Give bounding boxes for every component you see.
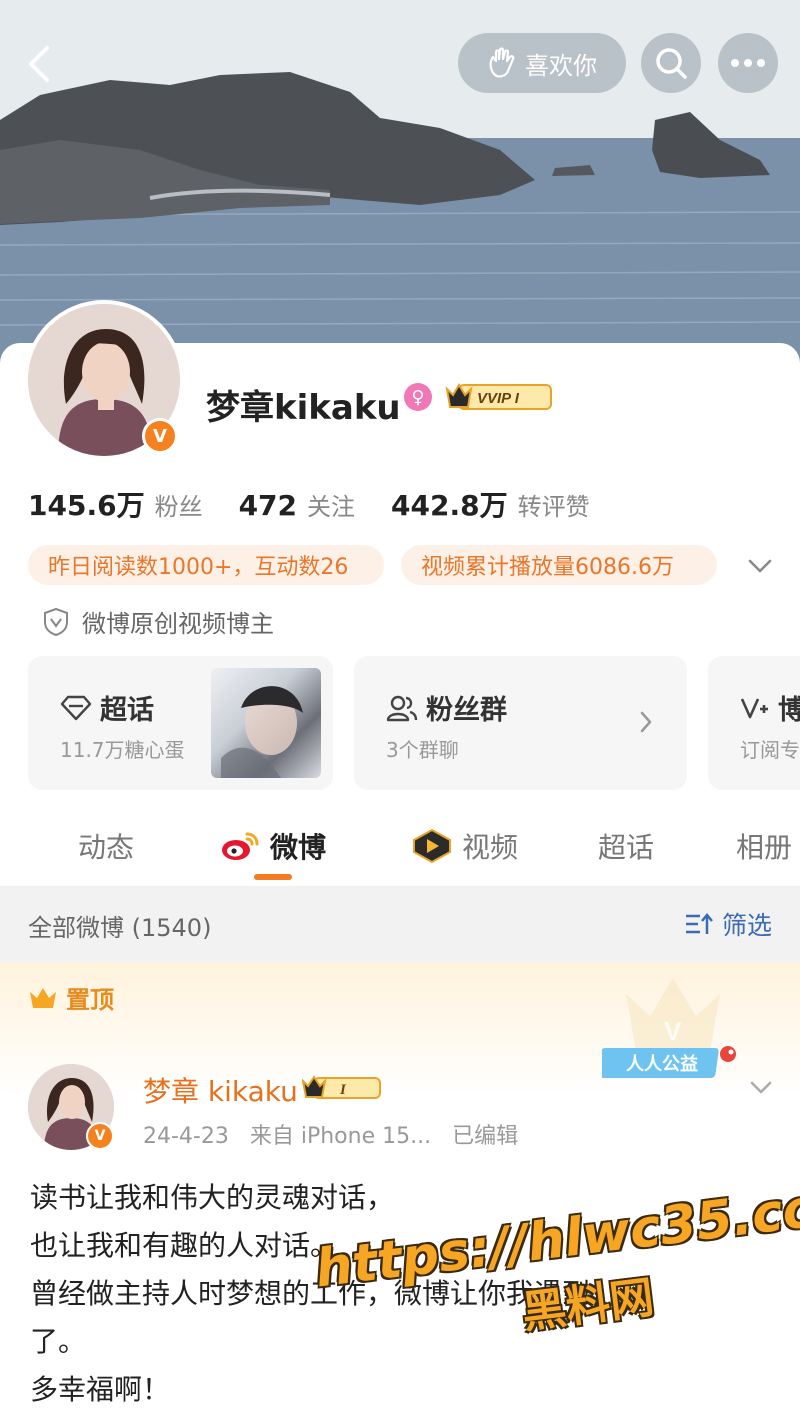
- like-label: 喜欢你: [525, 51, 597, 80]
- post-author[interactable]: 梦章 kikaku: [143, 1070, 298, 1110]
- post-vip-badge[interactable]: I: [302, 1074, 382, 1102]
- post-line: 读书让我和伟大的灵魂对话，: [30, 1181, 395, 1214]
- tab-feed[interactable]: 动态: [78, 826, 134, 866]
- vvip-badge[interactable]: VVIP I: [445, 381, 553, 413]
- tab-weibo-label: 微博: [270, 831, 327, 864]
- post-date: 24-4-23: [143, 1124, 229, 1149]
- thumbnail-art: [221, 686, 303, 778]
- post-count: 全部微博 (1540): [28, 914, 212, 942]
- super-topic-sub: 11.7万糖心蛋: [60, 738, 185, 762]
- reading-stats-chip[interactable]: 昨日阅读数1000+，互动数26: [28, 545, 384, 585]
- post-menu-chevron-icon[interactable]: [748, 1074, 774, 1100]
- video-play-icon: [413, 829, 451, 863]
- video-plays-chip[interactable]: 视频累计播放量6086.6万: [401, 545, 717, 585]
- diamond-icon: [60, 695, 92, 720]
- followers-label[interactable]: 粉丝: [155, 487, 203, 522]
- followers-count[interactable]: 145.6万: [28, 484, 145, 524]
- more-dots-icon: [731, 59, 765, 67]
- chevron-right-icon: [640, 711, 652, 733]
- subscription-label: 博: [778, 695, 800, 726]
- tab-weibo[interactable]: 微博: [220, 826, 326, 866]
- v-plus-icon: [740, 697, 768, 718]
- back-button[interactable]: [16, 42, 60, 86]
- creator-label: 微博原创视频博主: [82, 610, 274, 638]
- filter-label: 筛选: [722, 911, 773, 940]
- hand-wave-icon: [489, 47, 515, 78]
- shield-icon: [44, 607, 68, 636]
- profile-stats: 145.6万 粉丝 472 关注 442.8万 转评赞: [28, 484, 626, 524]
- reposts-likes-count: 442.8万: [391, 489, 508, 522]
- weibo-logo-icon: [222, 832, 259, 860]
- more-button[interactable]: [718, 33, 778, 93]
- super-topic-box[interactable]: 超话 11.7万糖心蛋: [28, 656, 333, 790]
- post-edited: 已编辑: [452, 1124, 519, 1149]
- tab-super-topic-label: 超话: [598, 831, 655, 864]
- tab-album-label: 相册: [736, 831, 793, 864]
- like-button[interactable]: 喜欢你: [458, 33, 626, 93]
- subscription-title: 博: [740, 688, 800, 727]
- pinned-tag: 置顶: [28, 980, 114, 1015]
- post-meta: 24-4-23 来自 iPhone 15... 已编辑: [143, 1118, 518, 1150]
- tab-album[interactable]: 相册: [736, 826, 792, 866]
- tab-video-label: 视频: [462, 831, 519, 864]
- following-count[interactable]: 472: [239, 489, 297, 522]
- post-verified-badge-icon: V: [86, 1122, 114, 1150]
- female-gender-icon: ♀: [404, 383, 432, 411]
- filter-button[interactable]: 筛选: [684, 906, 772, 942]
- filter-icon: [686, 913, 713, 934]
- charity-label: 人人公益: [626, 1053, 698, 1075]
- active-tab-indicator: [254, 874, 292, 880]
- super-topic-thumbnail: [211, 668, 321, 778]
- chevron-down-icon[interactable]: [746, 552, 774, 580]
- reposts-likes-label: 转评赞: [517, 493, 590, 521]
- search-icon: [656, 48, 687, 79]
- charity-badge[interactable]: 人人公益: [602, 1042, 740, 1082]
- search-button[interactable]: [641, 33, 701, 93]
- post-source: 来自 iPhone 15...: [249, 1124, 432, 1149]
- group-icon: [386, 695, 418, 721]
- content-tabs: 动态 微博 视频 超话 相册: [0, 812, 800, 882]
- vvip-label: VVIP I: [477, 390, 520, 407]
- profile-name: 梦章kikaku: [206, 388, 401, 428]
- following-label[interactable]: 关注: [307, 487, 355, 522]
- verified-badge-icon: V: [142, 418, 178, 454]
- fan-group-box[interactable]: 粉丝群 3个群聊: [354, 656, 687, 790]
- creator-tag[interactable]: 微博原创视频博主: [42, 604, 274, 639]
- pinned-label: 置顶: [66, 986, 114, 1014]
- fan-group-label: 粉丝群: [426, 695, 507, 726]
- tab-feed-label: 动态: [78, 831, 135, 864]
- fan-group-sub: 3个群聊: [386, 738, 459, 762]
- super-topic-title: 超话: [60, 688, 154, 727]
- subscription-box[interactable]: 博 订阅专: [708, 656, 800, 790]
- tab-video[interactable]: 视频: [412, 826, 518, 866]
- back-arrow-icon: [29, 46, 49, 82]
- tab-super-topic[interactable]: 超话: [598, 826, 654, 866]
- fan-group-title: 粉丝群: [386, 688, 507, 727]
- post-line: 多幸福啊！: [30, 1373, 171, 1406]
- crown-icon: [30, 987, 56, 1008]
- super-topic-label: 超话: [100, 695, 154, 726]
- filter-bar: 全部微博 (1540) 筛选: [0, 886, 800, 962]
- post-vip-label: I: [339, 1082, 347, 1098]
- subscription-sub: 订阅专: [740, 738, 800, 762]
